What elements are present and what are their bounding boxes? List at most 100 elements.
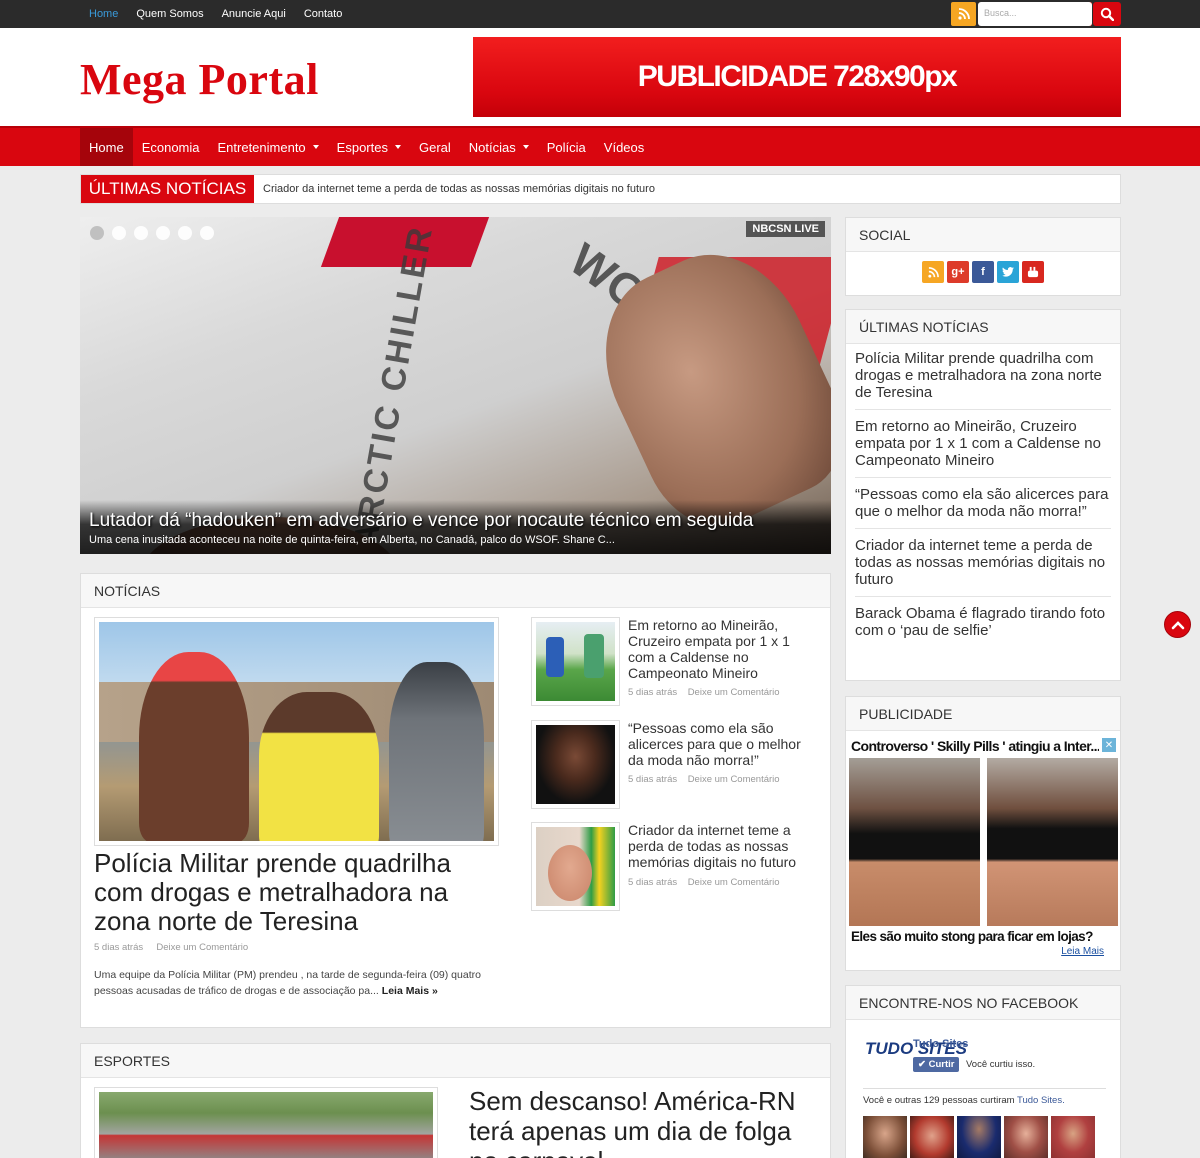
avatar[interactable] <box>910 1116 954 1158</box>
featured-news-meta: 5 dias atrás Deixe um Comentário <box>94 942 248 953</box>
widget-heading: SOCIAL <box>846 218 1120 252</box>
news-thumbnail[interactable] <box>531 720 620 809</box>
search-input[interactable]: Busca... <box>978 2 1092 26</box>
latest-news-item[interactable]: Em retorno ao Mineirão, Cruzeiro empata … <box>855 418 1111 478</box>
section-heading: ESPORTES <box>81 1044 830 1078</box>
header-ad-banner[interactable]: PUBLICIDADE 728x90px <box>473 37 1121 117</box>
slider-dot[interactable] <box>90 226 104 240</box>
ad-image[interactable] <box>849 758 980 926</box>
ad-title[interactable]: Controverso ' Skilly Pills ' atingiu a I… <box>851 738 1099 754</box>
top-link-quem-somos[interactable]: Quem Somos <box>136 8 203 20</box>
slider-subtitle: Uma cena inusitada aconteceu na noite de… <box>89 534 615 546</box>
slider-dot[interactable] <box>200 226 214 240</box>
featured-news-title[interactable]: Polícia Militar prende quadrilha com dro… <box>94 849 504 936</box>
nav-item-esportes[interactable]: Esportes <box>328 128 410 166</box>
slider-dot[interactable] <box>178 226 192 240</box>
comment-link[interactable]: Deixe um Comentário <box>156 942 248 953</box>
sidebar-ad[interactable]: Controverso ' Skilly Pills ' atingiu a I… <box>849 738 1118 960</box>
top-link-anuncie[interactable]: Anuncie Aqui <box>222 8 286 20</box>
fb-page-name[interactable]: Tudo Sites <box>913 1038 968 1050</box>
news-meta: 5 dias atrás Deixe um Comentário <box>628 687 780 698</box>
search-button[interactable] <box>1093 2 1121 26</box>
slider-dot[interactable] <box>112 226 126 240</box>
caret-down-icon <box>522 145 529 149</box>
widget-heading: ENCONTRE-NOS NO FACEBOOK <box>846 986 1120 1020</box>
rss-icon[interactable] <box>951 2 976 26</box>
ad-footer-text[interactable]: Eles são muito stong para ficar em lojas… <box>851 929 1093 944</box>
nav-item-entretenimento[interactable]: Entretenimento <box>209 128 328 166</box>
caret-down-icon <box>312 145 319 149</box>
nav-item-videos[interactable]: Vídeos <box>595 128 653 166</box>
section-heading: NOTÍCIAS <box>81 574 830 608</box>
news-title[interactable]: Em retorno ao Mineirão, Cruzeiro empata … <box>628 617 818 681</box>
latest-news-item[interactable]: Polícia Militar prende quadrilha com dro… <box>855 350 1111 410</box>
avatar[interactable] <box>1004 1116 1048 1158</box>
twitter-icon[interactable] <box>997 261 1019 283</box>
back-to-top-button[interactable] <box>1164 611 1191 638</box>
ticker-headline[interactable]: Criador da internet teme a perda de toda… <box>263 183 655 195</box>
fb-count-page-link[interactable]: Tudo Sites. <box>1017 1095 1065 1106</box>
nav-item-economia[interactable]: Economia <box>133 128 209 166</box>
fb-like-count: Você e outras 129 pessoas curtiram Tudo … <box>863 1095 1065 1106</box>
ad-image[interactable] <box>987 758 1118 926</box>
comment-link[interactable]: Deixe um Comentário <box>688 687 780 698</box>
esportes-title[interactable]: Sem descanso! América-RN terá apenas um … <box>469 1086 819 1158</box>
news-meta: 5 dias atrás Deixe um Comentário <box>628 774 780 785</box>
nav-item-policia[interactable]: Polícia <box>538 128 595 166</box>
comment-link[interactable]: Deixe um Comentário <box>688 774 780 785</box>
nav-label: Polícia <box>546 139 586 155</box>
search-icon <box>1100 7 1114 21</box>
top-link-contato[interactable]: Contato <box>304 8 343 20</box>
avatar[interactable] <box>1051 1116 1095 1158</box>
news-thumbnail[interactable] <box>531 617 620 706</box>
ad-read-more-link[interactable]: Leia Mais <box>1061 946 1104 957</box>
featured-slider[interactable]: ARCTIC CHILLER WORLD NBCSN LIVE Lutador … <box>80 217 831 554</box>
read-more-link[interactable]: Leia Mais » <box>382 985 438 997</box>
nav-item-home[interactable]: Home <box>80 128 133 166</box>
nav-item-geral[interactable]: Geral <box>410 128 460 166</box>
slider-caption: Lutador dá “hadouken” em adversário e ve… <box>80 500 831 554</box>
slider-dot[interactable] <box>134 226 148 240</box>
featured-news-image[interactable] <box>94 617 499 846</box>
comment-link[interactable]: Deixe um Comentário <box>688 877 780 888</box>
fb-like-button[interactable]: ✔ Curtir <box>913 1057 960 1072</box>
news-ticker: ÚLTIMAS NOTÍCIAS Criador da internet tem… <box>80 174 1121 204</box>
avatar[interactable] <box>863 1116 907 1158</box>
nav-label: Esportes <box>336 139 388 155</box>
news-title[interactable]: Criador da internet teme a perda de toda… <box>628 822 818 870</box>
top-link-home[interactable]: Home <box>89 8 118 20</box>
youtube-icon[interactable] <box>1022 261 1044 283</box>
widget-heading: ÚLTIMAS NOTÍCIAS <box>846 310 1120 344</box>
widget-heading: PUBLICIDADE <box>846 697 1120 731</box>
esportes-image[interactable] <box>94 1087 438 1158</box>
facebook-icon[interactable]: f <box>972 261 994 283</box>
caret-down-icon <box>394 145 401 149</box>
rss-icon[interactable] <box>922 261 944 283</box>
avatar[interactable] <box>957 1116 1001 1158</box>
google-plus-icon[interactable]: g+ <box>947 261 969 283</box>
top-bar: Home Quem Somos Anuncie Aqui Contato g+ … <box>0 0 1200 28</box>
latest-news-item[interactable]: Barack Obama é flagrado tirando foto com… <box>855 605 1111 647</box>
nav-label: Home <box>89 139 124 155</box>
post-time: 5 dias atrás <box>628 877 678 888</box>
ticker-label: ÚLTIMAS NOTÍCIAS <box>81 175 254 203</box>
featured-news-excerpt: Uma equipe da Polícia Militar (PM) prend… <box>94 967 514 999</box>
ad-close-icon[interactable]: ✕ <box>1102 738 1116 752</box>
chevron-up-icon <box>1171 620 1184 629</box>
news-title[interactable]: “Pessoas como ela são alicerces para que… <box>628 720 818 768</box>
sidebar-social-icons: g+ f <box>922 261 1044 283</box>
nav-label: Geral <box>418 139 451 155</box>
fb-liked-text: Você curtiu isso. <box>966 1059 1036 1070</box>
main-nav: Home Economia Entretenimento Esportes Ge… <box>0 126 1200 166</box>
top-nav: Home Quem Somos Anuncie Aqui Contato <box>80 0 360 28</box>
social-widget: SOCIAL <box>845 217 1121 296</box>
latest-news-item[interactable]: Criador da internet teme a perda de toda… <box>855 537 1111 597</box>
nav-item-noticias[interactable]: Notícias <box>460 128 538 166</box>
news-thumbnail[interactable] <box>531 822 620 911</box>
slider-dot[interactable] <box>156 226 170 240</box>
slider-dots <box>90 226 214 240</box>
latest-news-item[interactable]: “Pessoas como ela são alicerces para que… <box>855 486 1111 529</box>
slider-title[interactable]: Lutador dá “hadouken” em adversário e ve… <box>89 510 753 532</box>
nav-label: Notícias <box>468 139 516 155</box>
site-logo[interactable]: Mega Portal <box>80 54 319 105</box>
